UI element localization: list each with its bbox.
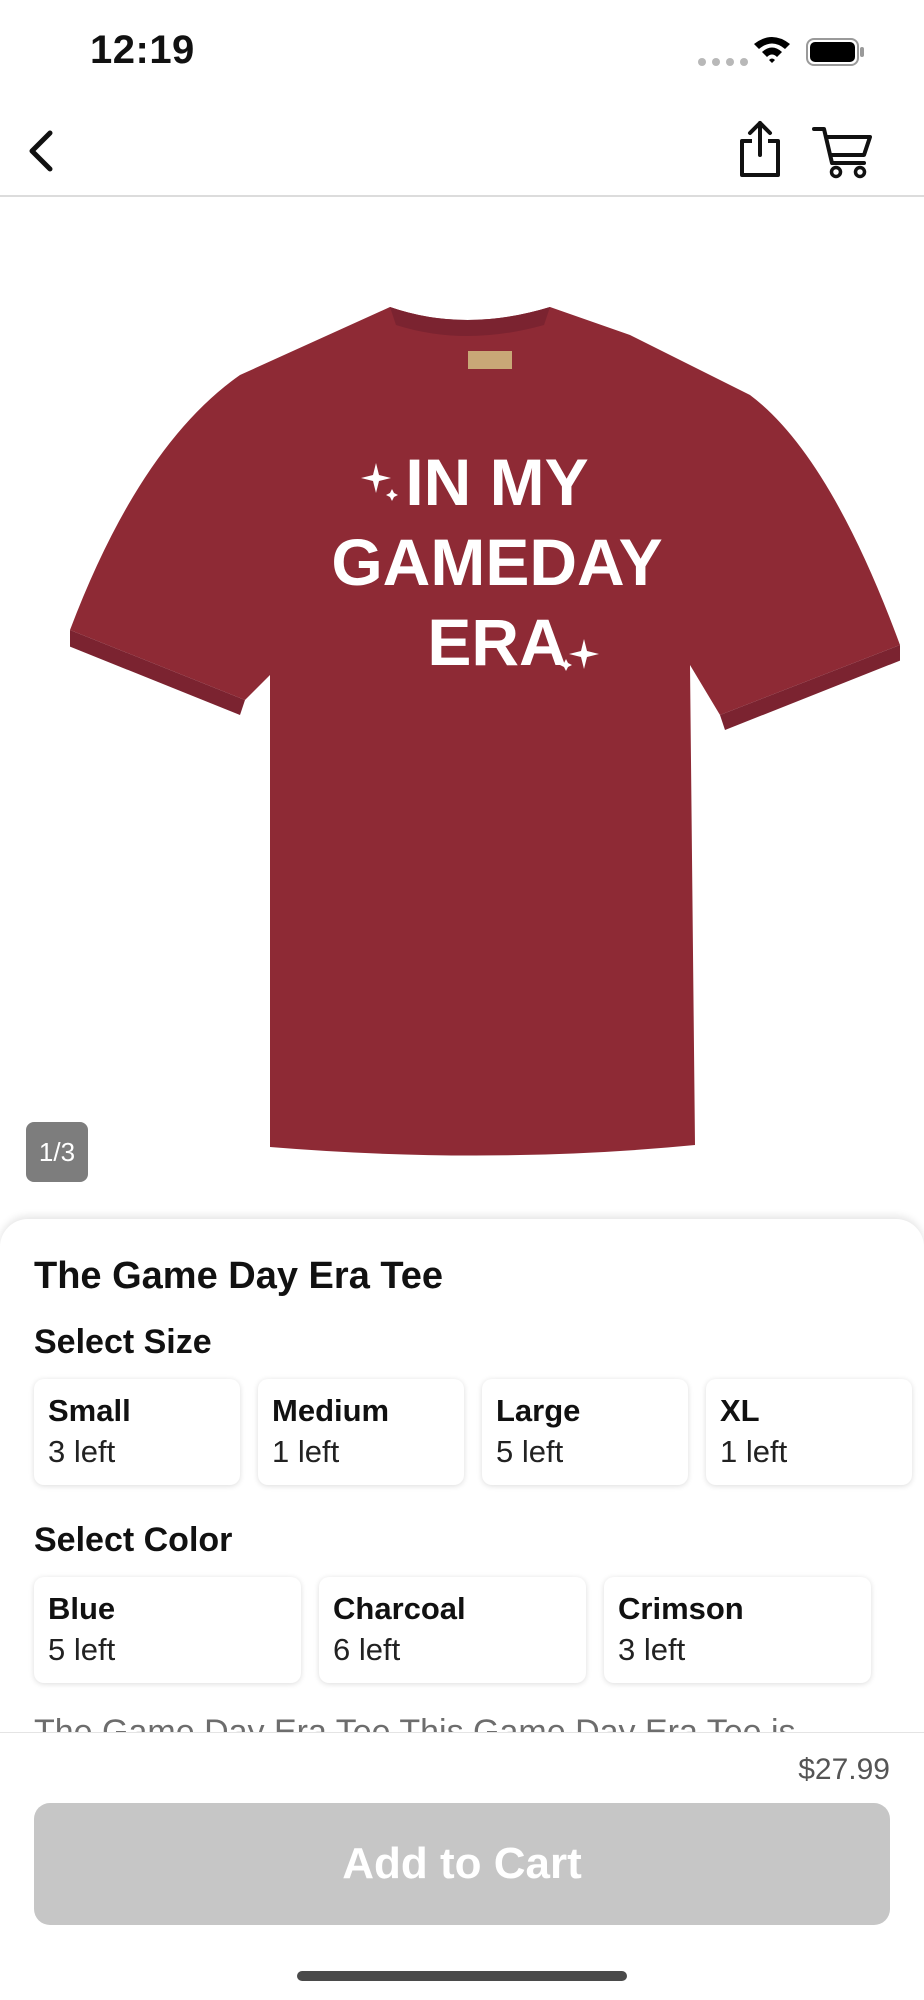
nav-bar xyxy=(0,105,924,197)
image-counter-badge: 1/3 xyxy=(26,1122,88,1182)
size-option-medium[interactable]: Medium 1 left xyxy=(258,1379,464,1485)
option-name: Crimson xyxy=(618,1591,744,1626)
product-price: $27.99 xyxy=(798,1753,890,1786)
product-image: IN MY GAMEDAY ERA xyxy=(70,307,900,1156)
cellular-signal-icon xyxy=(698,58,748,66)
back-icon[interactable] xyxy=(22,125,62,177)
product-title: The Game Day Era Tee xyxy=(34,1255,444,1297)
option-stock: 5 left xyxy=(48,1632,116,1667)
option-name: Blue xyxy=(48,1591,116,1626)
option-name: XL xyxy=(720,1393,760,1428)
option-stock: 5 left xyxy=(496,1434,564,1469)
product-image-carousel[interactable]: IN MY GAMEDAY ERA 1/3 xyxy=(0,199,924,1220)
checkout-footer: $27.99 Add to Cart xyxy=(0,1732,924,2000)
product-info-sheet: The Game Day Era Tee Select Size Small 3… xyxy=(0,1219,924,1751)
svg-text:GAMEDAY: GAMEDAY xyxy=(331,525,662,599)
option-name: Small xyxy=(48,1393,131,1428)
color-option-blue[interactable]: Blue 5 left xyxy=(34,1577,301,1683)
battery-icon xyxy=(806,38,864,66)
svg-text:IN MY: IN MY xyxy=(405,445,588,519)
add-to-cart-button[interactable]: Add to Cart xyxy=(34,1803,890,1925)
color-options: Blue 5 left Charcoal 6 left Crimson 3 le… xyxy=(34,1577,871,1683)
size-option-large[interactable]: Large 5 left xyxy=(482,1379,688,1485)
wifi-icon xyxy=(754,37,790,63)
status-time: 12:19 xyxy=(90,28,195,72)
home-indicator[interactable] xyxy=(297,1971,627,1981)
product-detail-screen: 12:19 IN MY GAMEDAY ERA 1/3 The Game Day… xyxy=(0,0,924,2000)
option-stock: 3 left xyxy=(618,1632,686,1667)
tee-shape xyxy=(70,307,900,1156)
option-stock: 3 left xyxy=(48,1434,116,1469)
cart-icon[interactable] xyxy=(812,123,874,181)
status-bar: 12:19 xyxy=(0,0,924,105)
svg-text:ERA: ERA xyxy=(427,605,566,679)
option-stock: 1 left xyxy=(272,1434,340,1469)
size-option-small[interactable]: Small 3 left xyxy=(34,1379,240,1485)
option-stock: 6 left xyxy=(333,1632,401,1667)
color-option-charcoal[interactable]: Charcoal 6 left xyxy=(319,1577,586,1683)
color-option-crimson[interactable]: Crimson 3 left xyxy=(604,1577,871,1683)
size-options: Small 3 left Medium 1 left Large 5 left … xyxy=(34,1379,912,1485)
option-stock: 1 left xyxy=(720,1434,788,1469)
option-name: Large xyxy=(496,1393,581,1428)
size-option-xl[interactable]: XL 1 left xyxy=(706,1379,912,1485)
option-name: Medium xyxy=(272,1393,390,1428)
select-color-label: Select Color xyxy=(34,1521,233,1559)
share-icon[interactable] xyxy=(736,119,784,181)
option-name: Charcoal xyxy=(333,1591,466,1626)
select-size-label: Select Size xyxy=(34,1323,212,1361)
